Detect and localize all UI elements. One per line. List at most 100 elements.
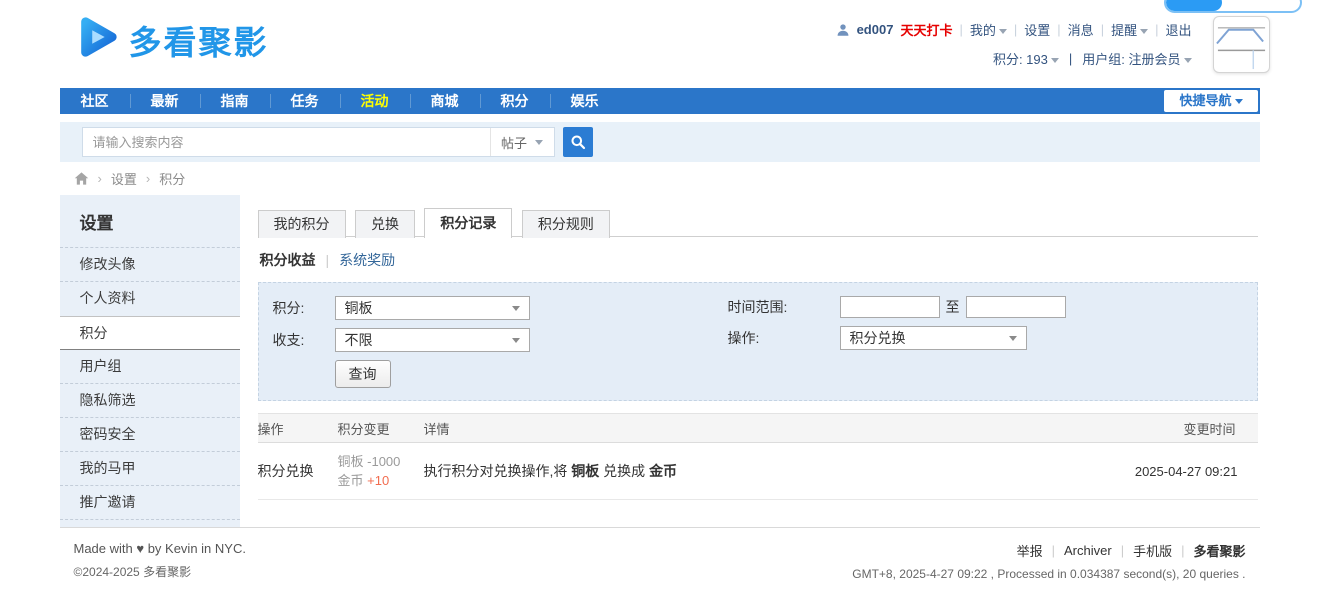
footer-link-mobile[interactable]: 手机版 xyxy=(1133,541,1172,560)
site-footer: Made with ♥ by Kevin in NYC. ©2024-2025 … xyxy=(60,541,1260,581)
sidebar-item-credits[interactable]: 积分 xyxy=(60,316,240,350)
user-icon xyxy=(836,23,850,37)
footer-links: 举报 | Archiver | 手机版 | 多看聚影 xyxy=(852,541,1245,560)
breadcrumb-settings[interactable]: 设置 xyxy=(111,169,137,188)
search-icon xyxy=(570,134,586,150)
time-to-input[interactable] xyxy=(966,296,1066,318)
breadcrumb: › 设置 › 积分 xyxy=(60,162,1260,195)
chevron-down-icon xyxy=(1140,29,1148,34)
credits-dropdown[interactable]: 积分: 193 xyxy=(993,49,1059,68)
separator: | xyxy=(1014,22,1017,37)
separator: | xyxy=(326,252,330,268)
main-nav: 社区 最新 指南 任务 活动 商城 积分 娱乐 快捷导航 xyxy=(60,88,1260,114)
nav-tasks[interactable]: 任务 xyxy=(270,88,340,114)
subnav-system-reward[interactable]: 系统奖励 xyxy=(339,250,395,270)
nav-mall[interactable]: 商城 xyxy=(410,88,480,114)
user-panel: ed007 天天打卡 | 我的 | 设置 | 消息 | 提醒 | 退出 积分: … xyxy=(836,20,1192,68)
quick-nav-button[interactable]: 快捷导航 xyxy=(1164,90,1257,112)
chevron-down-icon xyxy=(1051,58,1059,63)
nav-guide[interactable]: 指南 xyxy=(200,88,270,114)
nav-credits[interactable]: 积分 xyxy=(480,88,550,114)
top-progress-pill xyxy=(1164,0,1302,13)
credit-type-label: 积分: xyxy=(273,298,335,318)
col-detail: 详情 xyxy=(424,419,1108,438)
operation-select[interactable]: 积分兑换 xyxy=(840,326,1027,350)
footer-left: Made with ♥ by Kevin in NYC. ©2024-2025 … xyxy=(74,541,246,581)
usergroup-dropdown[interactable]: 用户组: 注册会员 xyxy=(1082,49,1191,68)
credit-tabs: 我的积分 兑换 积分记录 积分规则 xyxy=(258,208,1258,237)
operation-label: 操作: xyxy=(728,328,840,348)
footer-made-with: Made with ♥ by Kevin in NYC. xyxy=(74,541,246,556)
user-links-row: ed007 天天打卡 | 我的 | 设置 | 消息 | 提醒 | 退出 xyxy=(836,20,1192,39)
cell-change: 铜板 -1000 金币 +10 xyxy=(338,452,424,490)
sidebar-item-invite[interactable]: 推广邀请 xyxy=(60,486,240,520)
chevron-down-icon xyxy=(1184,58,1192,63)
site-header: 多看聚影 ed007 天天打卡 | 我的 | 设置 | 消息 xyxy=(60,0,1260,88)
footer-link-report[interactable]: 举报 xyxy=(1017,541,1043,560)
search-box: 帖子 xyxy=(82,127,555,157)
nav-activities[interactable]: 活动 xyxy=(340,88,410,114)
sidebar-item-usergroup[interactable]: 用户组 xyxy=(60,350,240,384)
tab-my-credits[interactable]: 我的积分 xyxy=(258,210,346,238)
subnav-income[interactable]: 积分收益 xyxy=(260,250,316,270)
footer-right: 举报 | Archiver | 手机版 | 多看聚影 GMT+8, 2025-4… xyxy=(852,541,1245,581)
sidebar-item-alts[interactable]: 我的马甲 xyxy=(60,452,240,486)
separator: | xyxy=(1101,22,1104,37)
breadcrumb-credits[interactable]: 积分 xyxy=(159,169,185,188)
nav-latest[interactable]: 最新 xyxy=(130,88,200,114)
tab-exchange[interactable]: 兑换 xyxy=(355,210,415,238)
chevron-down-icon xyxy=(1009,336,1017,341)
menu-messages[interactable]: 消息 xyxy=(1068,20,1094,39)
sidebar-title: 设置 xyxy=(60,195,240,248)
tab-credit-rules[interactable]: 积分规则 xyxy=(522,210,610,238)
breadcrumb-separator: › xyxy=(146,171,150,186)
income-type-label: 收支: xyxy=(273,330,335,350)
credit-log-table: 操作 积分变更 详情 变更时间 积分兑换 铜板 -1000 金币 +10 执行积… xyxy=(258,413,1258,500)
credit-type-select[interactable]: 铜板 xyxy=(335,296,530,320)
menu-my[interactable]: 我的 xyxy=(970,20,1007,39)
search-button[interactable] xyxy=(563,127,593,157)
cell-detail: 执行积分对兑换操作,将 铜板 兑换成 金币 xyxy=(424,461,1108,481)
nav-community[interactable]: 社区 xyxy=(60,88,130,114)
chevron-down-icon xyxy=(512,338,520,343)
site-title: 多看聚影 xyxy=(129,16,269,64)
separator: | xyxy=(1069,51,1072,66)
time-from-input[interactable] xyxy=(840,296,940,318)
menu-settings[interactable]: 设置 xyxy=(1024,20,1050,39)
nav-entertainment[interactable]: 娱乐 xyxy=(550,88,620,114)
sidebar-item-password[interactable]: 密码安全 xyxy=(60,418,240,452)
footer-brand[interactable]: 多看聚影 xyxy=(1193,541,1245,560)
content-panel: 我的积分 兑换 积分记录 积分规则 积分收益 | 系统奖励 积分: 铜板 xyxy=(240,195,1260,527)
tab-credit-log[interactable]: 积分记录 xyxy=(424,208,512,238)
time-range-label: 时间范围: xyxy=(728,297,840,317)
footer-copyright: ©2024-2025 多看聚影 xyxy=(74,563,246,580)
footer-link-archiver[interactable]: Archiver xyxy=(1064,543,1112,558)
sidebar-item-avatar[interactable]: 修改头像 xyxy=(60,248,240,282)
col-operation: 操作 xyxy=(258,419,338,438)
query-button[interactable]: 查询 xyxy=(335,360,391,388)
filter-right-column: 时间范围: 至 操作: 积分兑换 xyxy=(728,296,1066,388)
user-badge[interactable]: 天天打卡 xyxy=(900,20,952,39)
credit-trend-chart[interactable] xyxy=(1213,16,1270,73)
top-progress-fill xyxy=(1166,0,1222,11)
filter-left-column: 积分: 铜板 收支: 不限 查询 xyxy=(273,296,728,388)
search-bar: 帖子 xyxy=(60,122,1260,162)
home-icon[interactable] xyxy=(74,171,89,186)
site-logo[interactable]: 多看聚影 xyxy=(74,14,269,65)
income-type-select[interactable]: 不限 xyxy=(335,328,530,352)
separator: | xyxy=(1052,543,1055,558)
menu-notifications[interactable]: 提醒 xyxy=(1111,20,1148,39)
separator: | xyxy=(1057,22,1060,37)
cell-time: 2025-04-27 09:21 xyxy=(1108,464,1258,479)
sidebar-item-profile[interactable]: 个人资料 xyxy=(60,282,240,316)
chevron-down-icon xyxy=(999,29,1007,34)
search-input[interactable] xyxy=(83,128,490,156)
sidebar-item-privacy[interactable]: 隐私筛选 xyxy=(60,384,240,418)
username[interactable]: ed007 xyxy=(857,22,894,37)
col-change: 积分变更 xyxy=(338,419,424,438)
search-scope-dropdown[interactable]: 帖子 xyxy=(490,128,554,156)
separator: | xyxy=(1181,543,1184,558)
log-subnav: 积分收益 | 系统奖励 xyxy=(260,250,1258,270)
page-wrapper: 多看聚影 ed007 天天打卡 | 我的 | 设置 | 消息 xyxy=(60,0,1260,581)
menu-logout[interactable]: 退出 xyxy=(1165,20,1191,39)
